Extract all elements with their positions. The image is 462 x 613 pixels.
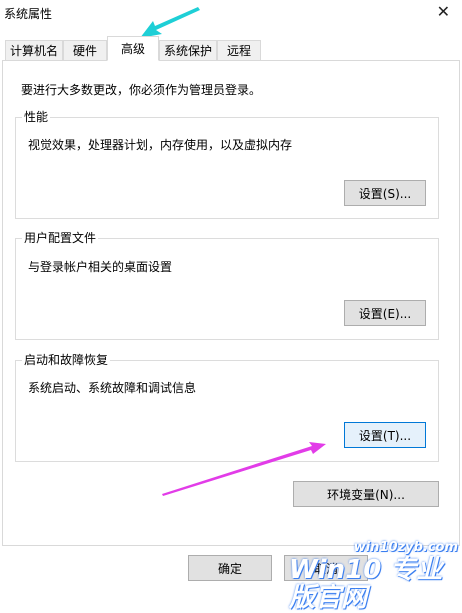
startup-recovery-group: 启动和故障恢复 系统启动、系统故障和调试信息 设置(T)... <box>15 353 439 462</box>
window-title: 系统属性 <box>4 7 53 21</box>
environment-variables-button[interactable]: 环境变量(N)... <box>293 481 439 507</box>
watermark-brand: Win10 专业版官网 <box>289 555 443 613</box>
user-profiles-settings-button[interactable]: 设置(E)... <box>344 300 426 326</box>
title-bar: 系统属性 ✕ <box>0 0 462 28</box>
startup-recovery-settings-button[interactable]: 设置(T)... <box>344 422 426 448</box>
performance-description: 视觉效果，处理器计划，内存使用，以及虚拟内存 <box>28 138 293 152</box>
performance-settings-button[interactable]: 设置(S)... <box>344 180 426 206</box>
user-profiles-group: 用户配置文件 与登录帐户相关的桌面设置 设置(E)... <box>15 231 439 340</box>
user-profiles-description: 与登录帐户相关的桌面设置 <box>28 260 173 274</box>
tab-advanced[interactable]: 高级 <box>107 36 159 61</box>
ok-button[interactable]: 确定 <box>188 555 272 581</box>
user-profiles-group-title: 用户配置文件 <box>22 231 99 245</box>
tab-computer-name[interactable]: 计算机名 <box>5 40 63 60</box>
watermark-url: win10zyb.com <box>353 540 458 555</box>
performance-group-title: 性能 <box>22 110 51 124</box>
watermark-logo: win10zyb.com Win10 专业版官网 <box>283 540 462 612</box>
startup-recovery-group-title: 启动和故障恢复 <box>22 353 111 367</box>
tab-remote[interactable]: 远程 <box>217 40 261 60</box>
performance-group: 性能 视觉效果，处理器计划，内存使用，以及虚拟内存 设置(S)... <box>15 110 439 219</box>
tab-system-protection[interactable]: 系统保护 <box>159 40 217 60</box>
close-icon[interactable]: ✕ <box>437 2 450 21</box>
admin-notice: 要进行大多数更改，你必须作为管理员登录。 <box>21 83 262 97</box>
tab-hardware[interactable]: 硬件 <box>63 40 107 60</box>
startup-recovery-description: 系统启动、系统故障和调试信息 <box>28 381 197 395</box>
